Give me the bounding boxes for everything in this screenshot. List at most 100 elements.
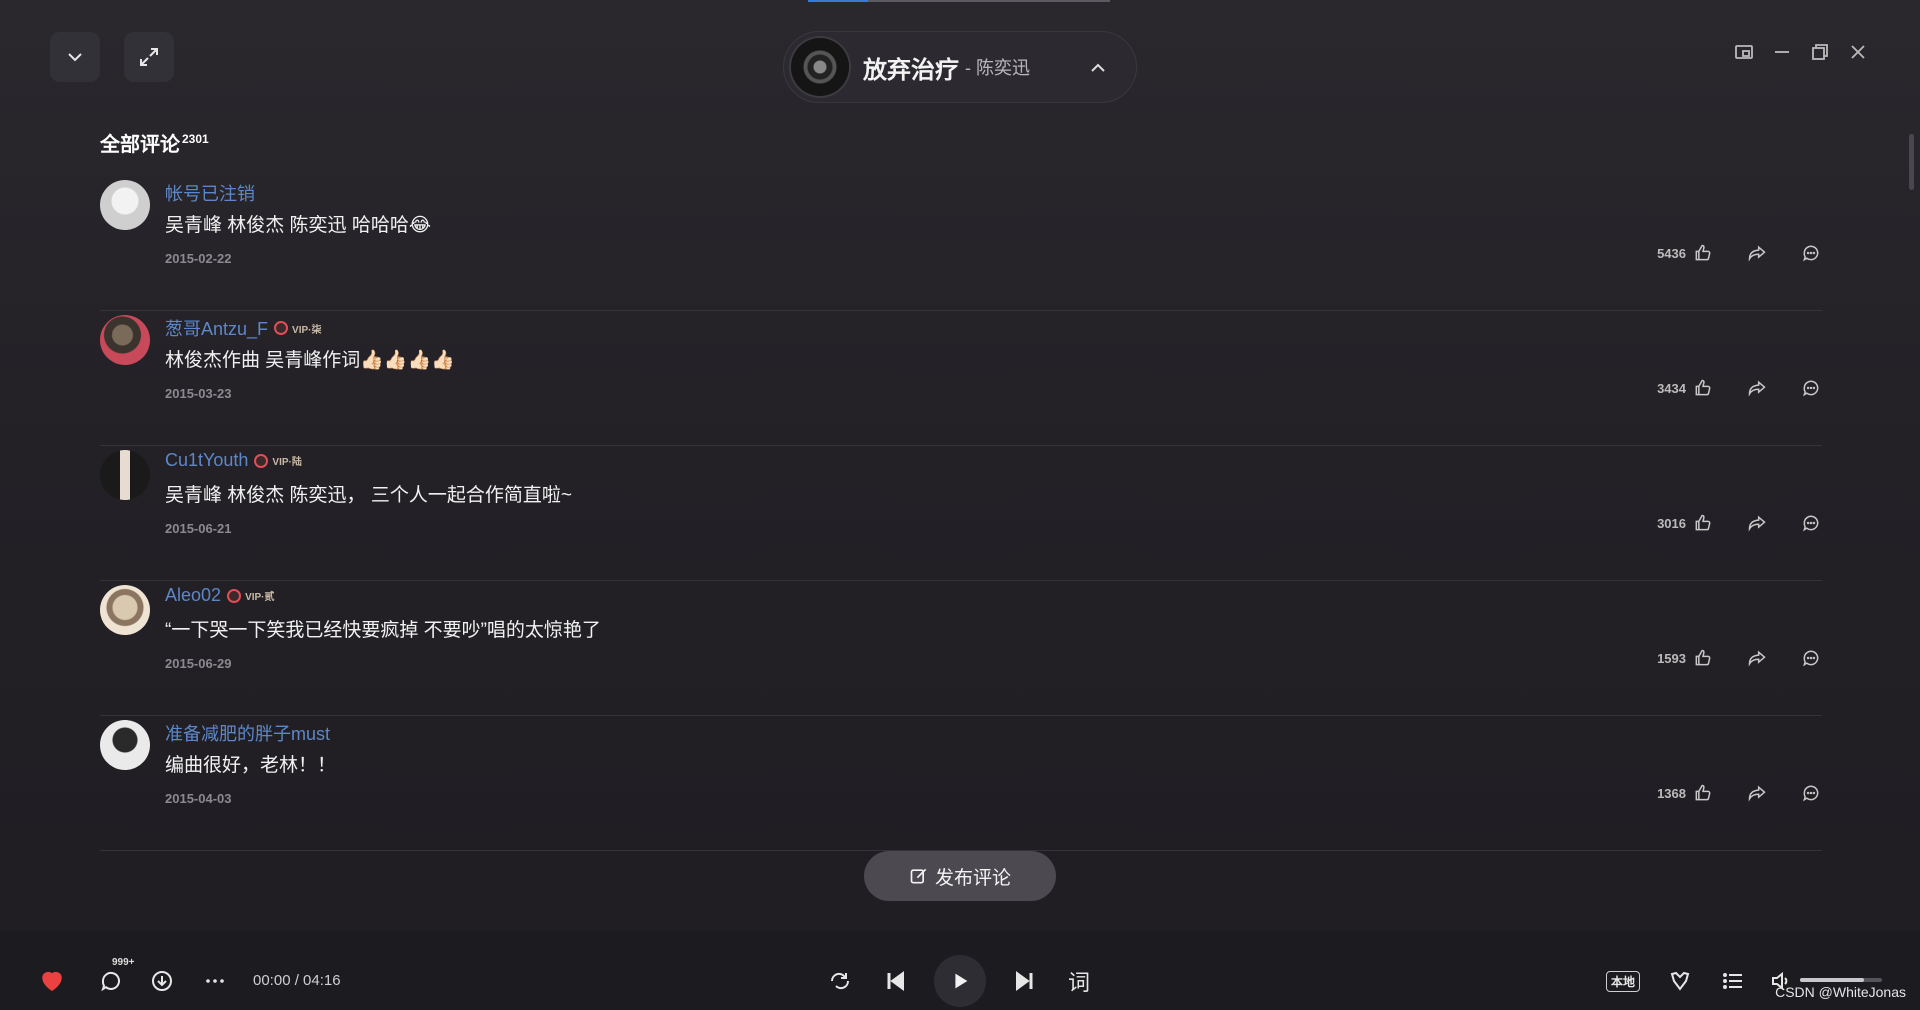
avatar[interactable] bbox=[100, 720, 150, 770]
comment-text: 编曲很好，老林！！ bbox=[165, 755, 337, 776]
edit-icon bbox=[910, 868, 927, 884]
reply-icon[interactable] bbox=[1800, 782, 1822, 804]
volume-slider[interactable] bbox=[1800, 978, 1882, 982]
chevron-down-icon bbox=[68, 53, 82, 62]
restore-icon[interactable] bbox=[1810, 42, 1830, 62]
local-quality-button[interactable]: 本地 bbox=[1604, 969, 1642, 993]
reply-icon[interactable] bbox=[1800, 377, 1822, 399]
share-icon[interactable] bbox=[1746, 377, 1768, 399]
like-song-button[interactable] bbox=[38, 966, 66, 994]
comment-actions: 3434 bbox=[1657, 377, 1822, 399]
mini-mode-icon[interactable] bbox=[1734, 42, 1754, 62]
comments-title-text: 全部评论 bbox=[100, 134, 180, 156]
vip-label: VIP·陆 bbox=[272, 457, 302, 468]
username-link[interactable]: 准备减肥的胖子must bbox=[165, 720, 330, 746]
avatar[interactable] bbox=[100, 180, 150, 230]
comment-actions: 1593 bbox=[1657, 647, 1822, 669]
share-icon[interactable] bbox=[1746, 242, 1768, 264]
reply-icon[interactable] bbox=[1800, 647, 1822, 669]
playlist-button[interactable] bbox=[1719, 967, 1747, 995]
loop-icon bbox=[830, 972, 850, 990]
top-progress-bar bbox=[808, 0, 1110, 2]
username-link[interactable]: Cu1tYouth bbox=[165, 450, 248, 471]
share-icon[interactable] bbox=[1746, 782, 1768, 804]
publish-label: 发布评论 bbox=[934, 867, 1011, 889]
thumbs-up-icon[interactable] bbox=[1692, 782, 1714, 804]
comment-date: 2015-06-29 bbox=[165, 656, 232, 671]
vip-badge: VIP·陆 bbox=[254, 453, 302, 468]
now-playing-pill[interactable]: 放弃治疗 - 陈奕迅 bbox=[783, 31, 1137, 103]
avatar[interactable] bbox=[100, 585, 150, 635]
comment-date: 2015-04-03 bbox=[165, 791, 232, 806]
lyrics-button[interactable]: 词 bbox=[1064, 966, 1094, 996]
vip-record-icon bbox=[227, 588, 242, 603]
publish-comment-button[interactable]: 发布评论 bbox=[864, 851, 1056, 901]
minimize-icon[interactable] bbox=[1772, 42, 1792, 62]
comment-list: 帐号已注销 吴青峰 林俊杰 陈奕迅 哈哈哈😂 2015-02-22 5436 葱… bbox=[100, 176, 1822, 851]
local-tag: 本地 bbox=[1605, 970, 1640, 992]
like-count: 3434 bbox=[1657, 380, 1686, 396]
chevron-up-icon[interactable] bbox=[1086, 56, 1110, 85]
comment-item: Cu1tYouth VIP·陆 吴青峰 林俊杰 陈奕迅， 三个人一起合作简直啦~ … bbox=[100, 446, 1822, 581]
download-icon bbox=[152, 971, 172, 991]
album-disc bbox=[791, 38, 849, 96]
comment-actions: 5436 bbox=[1657, 242, 1822, 264]
comment-user: Cu1tYouth VIP·陆 bbox=[165, 450, 302, 471]
comment-icon bbox=[101, 972, 120, 992]
window-controls bbox=[1734, 42, 1868, 62]
vip-label: VIP·柒 bbox=[292, 324, 322, 336]
reply-icon[interactable] bbox=[1800, 512, 1822, 534]
vip-record-icon bbox=[254, 453, 269, 468]
vip-record-icon bbox=[274, 321, 289, 335]
like-count: 1368 bbox=[1657, 785, 1686, 801]
download-button[interactable] bbox=[148, 967, 176, 995]
thumbs-up-icon[interactable] bbox=[1692, 377, 1714, 399]
thumbs-up-icon[interactable] bbox=[1692, 242, 1714, 264]
expand-icon bbox=[140, 48, 158, 66]
thumbs-up-icon[interactable] bbox=[1692, 512, 1714, 534]
comment-date: 2015-02-22 bbox=[165, 251, 232, 266]
more-button[interactable] bbox=[201, 967, 229, 995]
share-icon[interactable] bbox=[1746, 512, 1768, 534]
reply-icon[interactable] bbox=[1800, 242, 1822, 264]
heart-icon bbox=[42, 971, 62, 992]
playlist-icon bbox=[1723, 973, 1742, 989]
vip-badge: VIP·贰 bbox=[227, 588, 275, 603]
comment-text: 吴青峰 林俊杰 陈奕迅 哈哈哈😂 bbox=[165, 215, 432, 236]
sound-effect-icon bbox=[1670, 971, 1690, 991]
previous-icon bbox=[887, 971, 904, 991]
watermark: CSDN @WhiteJonas bbox=[1775, 984, 1906, 1000]
collapse-button[interactable] bbox=[50, 32, 100, 82]
comment-text: “一下哭一下笑我已经快要疯掉 不要吵”唱的太惊艳了 bbox=[165, 620, 601, 641]
username-link[interactable]: 葱哥Antzu_F bbox=[165, 315, 268, 341]
next-button[interactable] bbox=[1010, 967, 1038, 995]
thumbs-up-icon[interactable] bbox=[1692, 647, 1714, 669]
comment-actions: 3016 bbox=[1657, 512, 1822, 534]
comment-date: 2015-03-23 bbox=[165, 386, 232, 401]
loop-mode-button[interactable] bbox=[826, 967, 854, 995]
close-icon[interactable] bbox=[1848, 42, 1868, 62]
vip-label: VIP·贰 bbox=[245, 592, 275, 603]
share-icon[interactable] bbox=[1746, 647, 1768, 669]
playback-time: 00:00 / 04:16 bbox=[253, 972, 341, 989]
avatar[interactable] bbox=[100, 450, 150, 500]
username-link[interactable]: 帐号已注销 bbox=[165, 180, 255, 206]
play-button[interactable] bbox=[934, 955, 986, 1007]
comment-user: 准备减肥的胖子must bbox=[165, 720, 330, 746]
lyrics-label: 词 bbox=[1067, 970, 1090, 995]
volume-fill bbox=[1800, 978, 1864, 982]
song-artist: - 陈奕迅 bbox=[965, 58, 1030, 78]
previous-button[interactable] bbox=[882, 967, 910, 995]
comment-user: Aleo02 VIP·贰 bbox=[165, 585, 275, 606]
comment-item: 帐号已注销 吴青峰 林俊杰 陈奕迅 哈哈哈😂 2015-02-22 5436 bbox=[100, 176, 1822, 311]
sound-effect-button[interactable] bbox=[1666, 967, 1694, 995]
comment-button[interactable]: 999+ bbox=[96, 957, 135, 996]
more-icon bbox=[206, 979, 224, 983]
scrollbar-thumb[interactable] bbox=[1909, 134, 1914, 190]
fullscreen-button[interactable] bbox=[124, 32, 174, 82]
username-link[interactable]: Aleo02 bbox=[165, 585, 221, 606]
comment-user: 葱哥Antzu_F VIP·柒 bbox=[165, 315, 322, 341]
avatar[interactable] bbox=[100, 315, 150, 365]
like-count: 3016 bbox=[1657, 515, 1686, 531]
comments-title: 全部评论 2301 bbox=[100, 128, 209, 157]
